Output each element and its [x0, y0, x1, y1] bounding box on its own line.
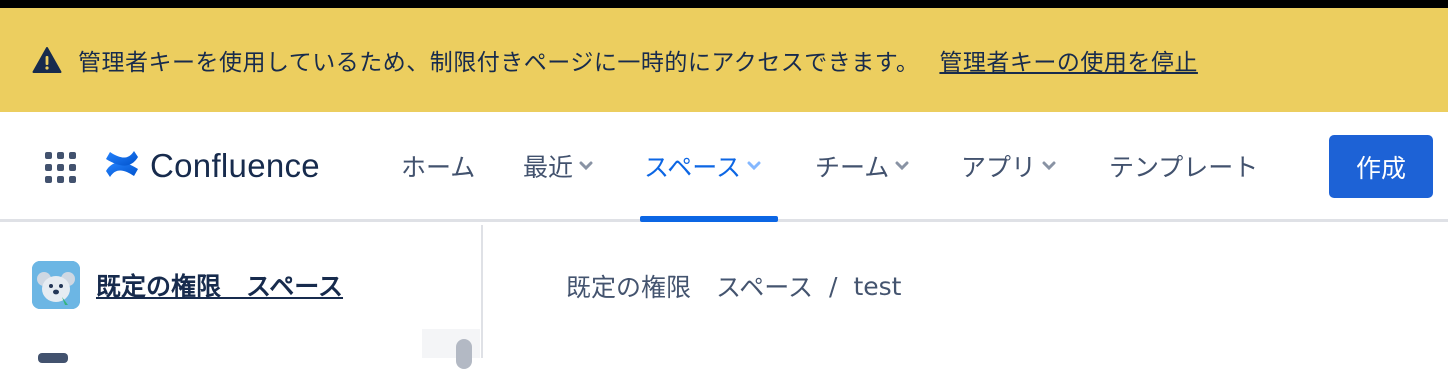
breadcrumb-page-link[interactable]: test: [853, 272, 901, 301]
nav-recent[interactable]: 最近: [523, 112, 593, 219]
space-sidebar: 既定の権限 スペース: [0, 225, 483, 369]
top-navigation: Confluence ホーム 最近 スペース チーム アプリ テンプレート 作成: [0, 112, 1448, 222]
nav-teams-label: チーム: [815, 152, 890, 182]
banner-message: 管理者キーを使用しているため、制限付きページに一時的にアクセスできます。: [78, 50, 920, 76]
confluence-logo-icon: [104, 147, 140, 185]
space-title-link[interactable]: 既定の権限 スペース: [96, 267, 343, 303]
app-switcher-icon[interactable]: [44, 151, 78, 185]
breadcrumb-separator: /: [829, 271, 838, 301]
nav-apps[interactable]: アプリ: [961, 112, 1056, 219]
nav-apps-label: アプリ: [961, 152, 1037, 182]
nav-spaces[interactable]: スペース: [644, 112, 761, 219]
active-tab-indicator: [640, 216, 778, 222]
chevron-down-icon: [1042, 161, 1056, 171]
nav-home[interactable]: ホーム: [401, 112, 475, 219]
nav-templates[interactable]: テンプレート: [1109, 112, 1258, 219]
nav-recent-label: 最近: [523, 152, 574, 182]
sidebar-scrollbar[interactable]: [422, 329, 480, 369]
sidebar-item-icon[interactable]: [38, 353, 68, 363]
stop-admin-key-link[interactable]: 管理者キーの使用を停止: [939, 43, 1198, 77]
nav-templates-label: テンプレート: [1109, 152, 1259, 182]
window-top-edge: [0, 0, 1448, 8]
admin-key-banner: 管理者キーを使用しているため、制限付きページに一時的にアクセスできます。 管理者…: [0, 8, 1448, 112]
chevron-down-icon: [579, 161, 593, 171]
space-avatar-icon[interactable]: [32, 261, 80, 309]
scrollbar-thumb[interactable]: [456, 339, 472, 369]
chevron-down-icon: [895, 161, 909, 171]
create-button[interactable]: 作成: [1329, 135, 1433, 198]
confluence-logo[interactable]: Confluence: [104, 146, 320, 186]
nav-teams[interactable]: チーム: [815, 112, 909, 219]
nav-home-label: ホーム: [401, 152, 476, 182]
nav-spaces-label: スペース: [644, 152, 742, 182]
breadcrumb-space-link[interactable]: 既定の権限 スペース: [566, 268, 813, 304]
warning-icon: [32, 44, 64, 76]
brand-name: Confluence: [150, 147, 320, 184]
chevron-down-icon: [747, 161, 761, 171]
breadcrumb: 既定の権限 スペース / test: [566, 268, 901, 304]
